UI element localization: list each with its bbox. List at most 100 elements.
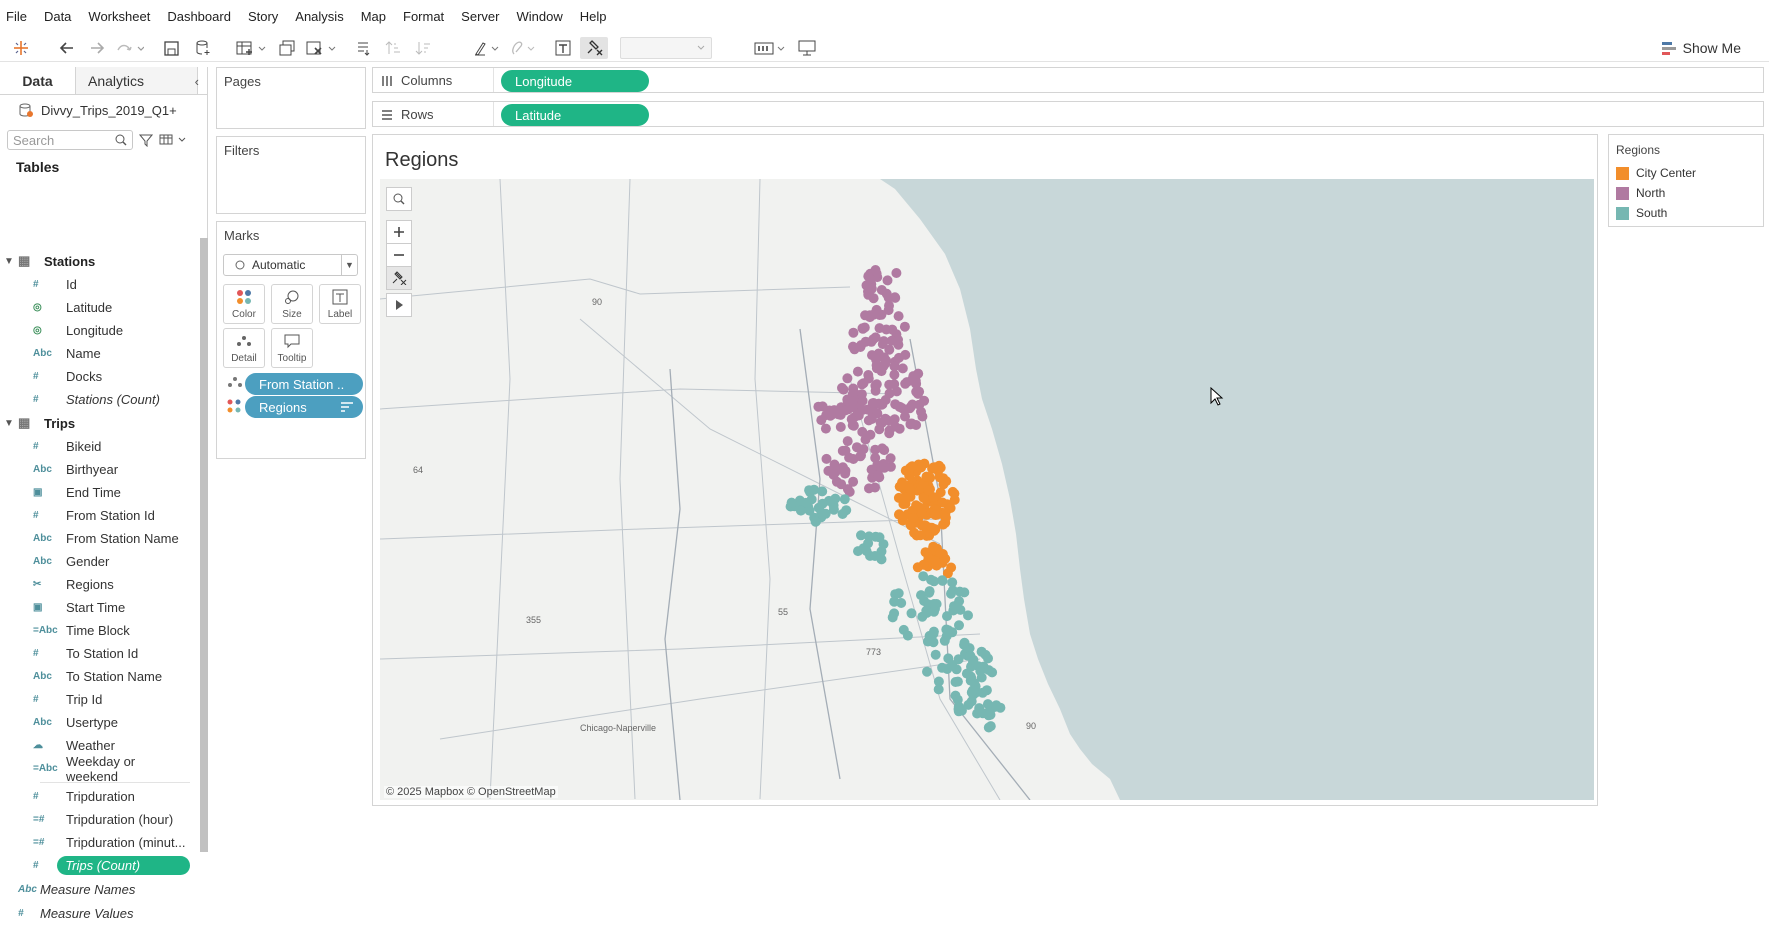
menu-help[interactable]: Help [580, 9, 607, 24]
station-point[interactable] [946, 562, 957, 573]
station-point[interactable] [879, 445, 890, 456]
field-item[interactable]: Abc Usertype [0, 711, 190, 734]
field-item[interactable]: =Abc Weekday or weekend [0, 754, 190, 784]
station-point[interactable] [885, 453, 896, 464]
station-point[interactable] [925, 634, 936, 645]
field-item[interactable]: Abc Name [0, 342, 190, 365]
replay-icon[interactable] [114, 37, 146, 59]
menu-window[interactable]: Window [516, 9, 562, 24]
presentation-mode-icon[interactable] [796, 37, 818, 59]
station-point[interactable] [947, 577, 958, 588]
station-point[interactable] [831, 476, 842, 487]
station-point[interactable] [893, 311, 904, 322]
station-point[interactable] [837, 509, 848, 519]
station-point[interactable] [946, 588, 956, 599]
field-item[interactable]: Abc Gender [0, 550, 190, 573]
field-item[interactable]: ▣ End Time [0, 481, 190, 504]
station-point[interactable] [857, 323, 868, 334]
field-item[interactable]: # Docks [0, 365, 190, 388]
clear-pins-icon[interactable] [580, 37, 608, 59]
station-point[interactable] [890, 292, 901, 303]
station-point[interactable] [908, 512, 919, 523]
station-point[interactable] [835, 409, 846, 420]
station-point[interactable] [949, 488, 960, 499]
station-point[interactable] [973, 661, 984, 672]
legend-item-south[interactable]: South [1609, 203, 1763, 223]
station-point[interactable] [816, 415, 827, 426]
station-point[interactable] [894, 423, 905, 434]
menu-map[interactable]: Map [361, 9, 386, 24]
menu-data[interactable]: Data [44, 9, 71, 24]
station-point[interactable] [983, 710, 994, 721]
table-trips[interactable]: ▼ ▦ Trips [0, 411, 190, 435]
field-item[interactable]: =# Tripduration (hour) [0, 808, 190, 831]
station-point[interactable] [857, 404, 868, 415]
station-point[interactable] [880, 413, 891, 424]
station-point[interactable] [889, 361, 900, 372]
station-point[interactable] [868, 334, 879, 345]
field-item[interactable]: ◎ Latitude [0, 296, 190, 319]
station-point[interactable] [907, 399, 918, 410]
station-point[interactable] [912, 562, 923, 573]
station-point[interactable] [820, 423, 831, 434]
station-point[interactable] [868, 293, 879, 304]
station-point[interactable] [983, 722, 994, 733]
color-legend[interactable]: Regions City Center North South [1608, 134, 1764, 227]
field-item[interactable]: # To Station Id [0, 642, 190, 665]
station-point[interactable] [952, 676, 963, 687]
station-point[interactable] [882, 275, 893, 286]
save-icon[interactable] [160, 37, 182, 59]
legend-item-north[interactable]: North [1609, 183, 1763, 203]
station-point[interactable] [817, 498, 828, 509]
station-point[interactable] [914, 386, 925, 397]
from-station-pill[interactable]: From Station .. [245, 373, 363, 395]
station-point[interactable] [900, 411, 910, 422]
sort-ascending-icon[interactable] [382, 37, 404, 59]
station-point[interactable] [937, 497, 948, 508]
chevron-down-icon[interactable]: ▼ [0, 256, 18, 267]
station-point[interactable] [867, 398, 878, 409]
map-toolbar-expand-button[interactable] [386, 293, 412, 317]
station-point[interactable] [840, 468, 851, 479]
station-point[interactable] [934, 472, 945, 483]
detail-button[interactable]: Detail [223, 328, 265, 368]
station-point[interactable] [873, 471, 884, 482]
filters-card[interactable]: Filters [216, 136, 366, 214]
station-point[interactable] [881, 324, 892, 335]
station-point[interactable] [916, 508, 927, 519]
station-point[interactable] [876, 554, 887, 565]
collapse-pane-icon[interactable]: ‹ [195, 74, 199, 89]
station-point[interactable] [940, 512, 951, 523]
station-point[interactable] [866, 283, 877, 294]
highlight-icon[interactable] [472, 37, 502, 59]
station-point[interactable] [830, 493, 841, 504]
station-point[interactable] [899, 321, 910, 332]
station-point[interactable] [916, 462, 927, 473]
map-view[interactable]: 90 64 55 355 773 Chicago-Naperville 90 ©… [380, 179, 1594, 800]
station-point[interactable] [860, 310, 871, 321]
field-item[interactable]: # Id [0, 273, 190, 296]
station-point[interactable] [870, 444, 881, 455]
station-point[interactable] [954, 620, 964, 631]
size-button[interactable]: Size [271, 284, 313, 324]
station-point[interactable] [885, 461, 896, 472]
station-point[interactable] [933, 684, 944, 695]
station-point[interactable] [952, 694, 963, 705]
undo-icon[interactable] [56, 37, 78, 59]
station-point[interactable] [858, 378, 869, 389]
station-point[interactable] [963, 610, 973, 621]
station-point[interactable] [835, 422, 846, 432]
menu-file[interactable]: File [6, 9, 27, 24]
map-canvas[interactable]: 90 64 55 355 773 Chicago-Naperville 90 [380, 179, 1594, 800]
view-options-icon[interactable] [159, 133, 187, 147]
station-point[interactable] [842, 373, 853, 384]
station-point[interactable] [930, 556, 941, 567]
station-point[interactable] [906, 608, 917, 619]
datasource-item[interactable]: Divvy_Trips_2019_Q1+ [0, 95, 207, 125]
zoom-in-button[interactable] [386, 220, 412, 244]
measure-item[interactable]: # Measure Values [0, 901, 190, 925]
field-item[interactable]: # From Station Id [0, 504, 190, 527]
pin-map-button[interactable] [386, 266, 412, 290]
station-point[interactable] [874, 424, 885, 435]
rows-shelf[interactable]: Rows Latitude [372, 101, 1764, 127]
